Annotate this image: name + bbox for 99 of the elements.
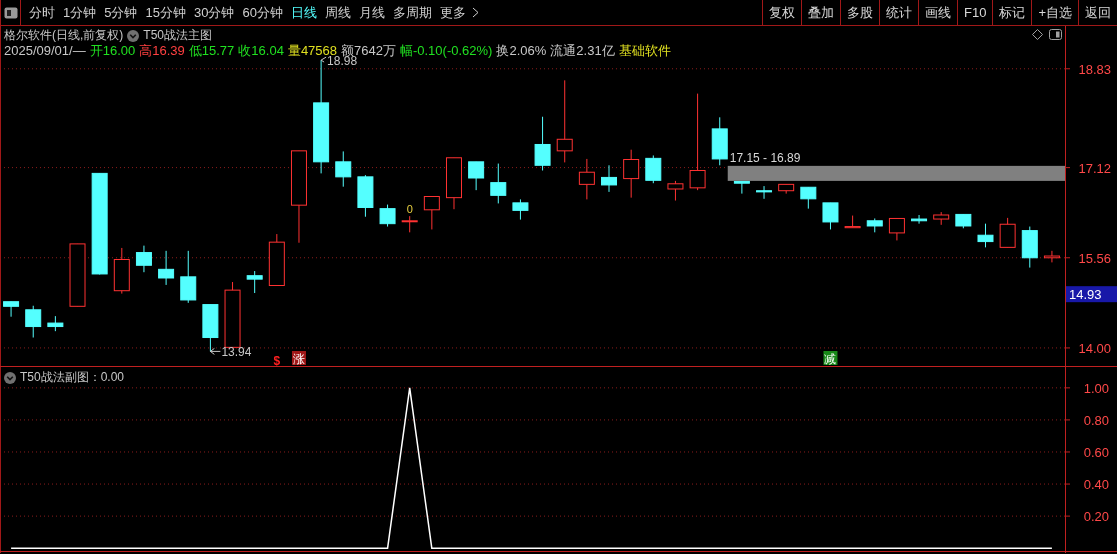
signal-badge: 减	[823, 351, 838, 366]
candlestick	[933, 211, 950, 226]
axis-label: 17.12	[1078, 160, 1111, 176]
candlestick	[69, 243, 86, 307]
candlestick	[733, 180, 750, 195]
period-tab[interactable]: 周线	[320, 3, 355, 22]
indicator-name[interactable]: T50战法主图	[143, 28, 212, 43]
candlestick	[158, 250, 175, 286]
axis-label: 0.40	[1083, 477, 1109, 493]
quote-value: 基础软件	[618, 43, 671, 58]
period-tab[interactable]: 分时	[25, 3, 59, 22]
diamond-icon[interactable]	[1032, 29, 1043, 40]
toolbar-button[interactable]: 标记	[992, 0, 1032, 25]
candlestick	[113, 247, 130, 295]
candlestick	[202, 304, 219, 352]
candlestick	[778, 183, 795, 195]
signal-badge: 涨	[291, 351, 306, 366]
panel-toggle-icon[interactable]	[1049, 29, 1062, 40]
period-tab[interactable]: 60分钟	[238, 3, 287, 22]
axis-label: 18.83	[1078, 61, 1111, 77]
axis-label: 0.20	[1083, 509, 1109, 525]
candlestick	[224, 281, 241, 349]
candlestick	[268, 233, 285, 286]
candlestick	[977, 223, 994, 248]
candlestick	[955, 213, 972, 229]
period-tab[interactable]: 15分钟	[141, 3, 190, 22]
toolbar-button[interactable]: 返回	[1078, 0, 1117, 25]
quote-value: 量47568	[287, 43, 338, 58]
candlestick	[3, 301, 20, 318]
candlestick	[401, 215, 418, 233]
period-tab[interactable]: 1分钟	[59, 3, 101, 22]
candlestick	[423, 196, 440, 230]
panel-toggle-icon[interactable]	[1, 0, 21, 25]
axis-label: 15.56	[1078, 250, 1111, 266]
candlestick	[999, 217, 1016, 248]
quote-value: 2025/09/01/—	[4, 43, 86, 58]
axis-label: 0.80	[1083, 412, 1109, 428]
candlestick	[1043, 250, 1060, 263]
candlestick	[180, 250, 197, 304]
candlestick	[667, 180, 684, 202]
period-tab[interactable]: 日线	[286, 3, 321, 22]
quote-value: 换2.06%	[496, 43, 547, 58]
price-zone-label: 17.15 - 16.89	[729, 150, 801, 165]
stock-title: 格尔软件(日线,前复权)	[4, 28, 124, 43]
quote-value: 额7642万	[341, 43, 396, 58]
candlestick	[911, 214, 928, 225]
toolbar-button[interactable]: F10	[957, 0, 993, 25]
chevron-icon[interactable]	[471, 7, 479, 18]
dropdown-icon[interactable]	[127, 29, 140, 42]
candlestick	[25, 305, 42, 338]
candlestick	[512, 198, 529, 221]
axis-label: 0.60	[1083, 445, 1109, 460]
candlestick	[578, 158, 595, 200]
dropdown-icon[interactable]	[4, 371, 16, 384]
candlestick	[490, 163, 507, 204]
candlestick	[534, 116, 551, 171]
indicator-title: T50战法副图：0.00	[20, 369, 125, 386]
quote-value: 幅-0.10(-0.62%)	[399, 43, 493, 58]
quote-value: 流通2.31亿	[550, 43, 615, 58]
candlestick	[866, 217, 883, 233]
quote-value: 开16.00	[89, 43, 136, 58]
current-price-label: 14.93	[1066, 286, 1117, 303]
toolbar-button[interactable]: 画线	[918, 0, 957, 25]
candlestick	[601, 164, 617, 193]
candlestick	[623, 149, 640, 199]
quote-value: 高16.39	[139, 43, 185, 58]
signal-label: 0	[406, 203, 413, 216]
candlestick	[645, 154, 662, 184]
candlestick	[844, 215, 861, 229]
candlestick	[335, 150, 352, 188]
candlestick	[379, 204, 396, 228]
candlestick	[468, 161, 485, 191]
period-tab[interactable]: 30分钟	[189, 3, 239, 22]
toolbar-button[interactable]: 多股	[840, 0, 879, 25]
candlestick	[47, 315, 64, 332]
candlestick	[1021, 226, 1038, 269]
candlestick	[711, 116, 728, 166]
toolbar-button[interactable]: 叠加	[801, 0, 840, 25]
axis-label: 14.00	[1078, 340, 1111, 356]
candlestick	[246, 270, 263, 294]
period-tab[interactable]: 5分钟	[100, 3, 142, 22]
candlestick	[446, 157, 462, 210]
candlestick	[800, 186, 817, 210]
low-price-label: 13.94	[209, 345, 252, 360]
toolbar-button[interactable]: 统计	[879, 0, 918, 25]
period-tab[interactable]: 多周期	[388, 3, 436, 22]
candlestick	[888, 217, 905, 241]
toolbar-button[interactable]: +自选	[1031, 0, 1078, 25]
axis-label: 1.00	[1083, 380, 1109, 396]
candlestick	[135, 245, 152, 273]
period-tab[interactable]: 月线	[354, 3, 389, 22]
candlestick	[756, 185, 773, 200]
toolbar-button[interactable]: 复权	[762, 0, 801, 25]
signal-marker: $	[273, 354, 281, 367]
period-tab[interactable]: 更多	[435, 3, 470, 22]
candlestick	[357, 174, 374, 218]
quote-value: 低15.77	[188, 43, 235, 58]
candlestick	[822, 202, 839, 230]
quote-value: 收16.04	[238, 43, 284, 58]
